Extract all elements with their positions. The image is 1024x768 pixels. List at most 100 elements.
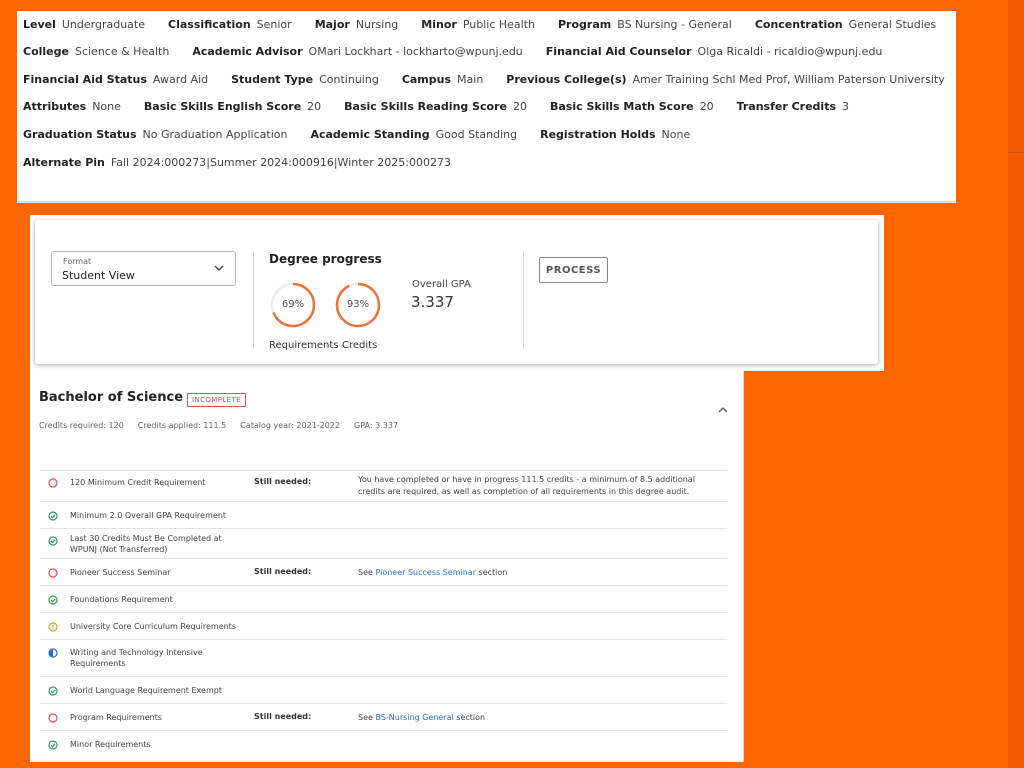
info-field-value: OMari Lockhart - lockharto@wpunj.edu xyxy=(308,44,523,58)
info-field-value: Continuing xyxy=(319,72,379,86)
requirements-progress-ring: 69% xyxy=(269,281,317,329)
info-field-label: Level xyxy=(23,17,56,31)
requirement-name: 120 Minimum Credit Requirement xyxy=(70,478,206,487)
credits-progress-ring: 93% xyxy=(334,281,382,329)
degree-panel: Bachelor of Science INCOMPLETE Credits r… xyxy=(30,371,744,762)
process-button[interactable]: PROCESS xyxy=(539,257,608,283)
info-field-label: Alternate Pin xyxy=(23,155,105,169)
still-needed-label: Still needed: xyxy=(254,567,312,576)
half-circle-icon xyxy=(48,648,58,658)
section-link[interactable]: BS-Nursing General xyxy=(375,713,453,722)
divider xyxy=(523,252,524,348)
requirement-name: Foundations Requirement xyxy=(70,595,173,604)
requirement-row[interactable]: World Language Requirement Exempt xyxy=(40,676,727,703)
info-field-value: No Graduation Application xyxy=(142,127,288,141)
info-field: Previous College(s) Amer Training Schl Me… xyxy=(506,73,944,86)
credits-applied: Credits applied: 111.5 xyxy=(137,421,227,430)
requirement-name: Minimum 2.0 Overall GPA Requirement xyxy=(70,511,226,520)
info-field-value: 20 xyxy=(513,99,527,113)
in-progress-icon xyxy=(48,622,58,632)
requirement-row[interactable]: Foundations Requirement xyxy=(40,585,727,612)
info-field: Campus Main xyxy=(402,73,483,86)
requirement-name: Last 30 Credits Must Be Completed at WPU… xyxy=(70,534,222,554)
info-field-value: General Studies xyxy=(848,17,937,31)
info-field-label: Basic Skills Math Score xyxy=(550,99,694,113)
requirement-row[interactable]: University Core Curriculum Requirements xyxy=(40,612,727,639)
info-field: Major Nursing xyxy=(315,18,399,31)
info-row: Graduation Status No Graduation Applicati… xyxy=(23,124,713,144)
still-needed-label: Still needed: xyxy=(254,712,312,721)
requirement-row[interactable]: Minor Requirements xyxy=(40,730,727,757)
desc-suffix: section xyxy=(476,568,508,577)
empty-circle-icon xyxy=(48,713,58,723)
desc-prefix: See xyxy=(358,713,376,722)
requirement-name: Minor Requirements xyxy=(70,740,151,749)
requirement-row[interactable]: Program Requirements Still needed: See BS-… xyxy=(40,703,727,730)
info-field-label: Previous College(s) xyxy=(506,72,627,86)
empty-circle-icon xyxy=(48,478,58,488)
info-field-value: Undergraduate xyxy=(61,17,145,31)
info-field-value: BS Nursing - General xyxy=(617,17,732,31)
requirements-percent: 69% xyxy=(281,299,305,310)
requirement-name: World Language Requirement Exempt xyxy=(70,686,222,695)
info-field-label: Academic Advisor xyxy=(192,44,303,58)
info-field: Basic Skills English Score 20 xyxy=(144,100,321,113)
requirement-name: Program Requirements xyxy=(70,713,162,722)
info-field: Minor Public Health xyxy=(421,18,535,31)
info-field-value: Main xyxy=(457,72,484,86)
info-field-value: Senior xyxy=(256,17,292,31)
info-field-value: Public Health xyxy=(462,17,535,31)
info-row: Level Undergraduate Classification Senior Ma… xyxy=(23,14,959,34)
info-field: Financial Aid Counselor Olga Ricaldi - ri… xyxy=(546,45,883,58)
info-row: Attributes None Basic Skills English Score… xyxy=(23,96,872,116)
info-field-value: Fall 2024:000273|Summer 2024:000916|Wint… xyxy=(110,155,451,169)
desc-prefix: See xyxy=(358,568,376,577)
overall-gpa-label: Overall GPA xyxy=(412,279,471,290)
requirement-row[interactable]: 120 Minimum Credit Requirement Still need… xyxy=(40,470,727,501)
student-info-panel: Level Undergraduate Classification Senior Ma… xyxy=(17,11,956,203)
still-needed-label: Still needed: xyxy=(254,477,312,486)
info-field: Financial Aid Status Award Aid xyxy=(23,73,208,86)
degree-title: Bachelor of Science xyxy=(39,390,184,405)
info-row: College Science & Health Academic Advisor O… xyxy=(23,41,905,61)
status-badge: INCOMPLETE xyxy=(187,393,246,407)
divider xyxy=(253,252,254,348)
section-link[interactable]: Pioneer Success Seminar xyxy=(375,568,476,577)
info-field-label: Transfer Credits xyxy=(736,99,837,113)
requirement-name: University Core Curriculum Requirements xyxy=(70,622,236,631)
requirement-row[interactable]: Minimum 2.0 Overall GPA Requirement xyxy=(40,501,727,528)
info-field: Registration Holds None xyxy=(540,128,690,141)
requirement-row[interactable]: Last 30 Credits Must Be Completed at WPU… xyxy=(40,528,727,558)
info-field-value: 20 xyxy=(307,99,322,113)
info-field: Program BS Nursing - General xyxy=(558,18,732,31)
requirement-row[interactable]: Writing and Technology Intensive Require… xyxy=(40,639,727,676)
info-field-label: Campus xyxy=(401,72,452,86)
info-field: Level Undergraduate xyxy=(23,18,145,31)
requirement-name: Pioneer Success Seminar xyxy=(70,568,171,577)
info-field: Attributes None xyxy=(23,100,121,113)
info-field-value: Nursing xyxy=(355,17,399,31)
requirement-name: Writing and Technology Intensive Require… xyxy=(70,648,203,668)
info-field-label: Concentration xyxy=(754,17,843,31)
info-field-value: Olga Ricaldi - ricaldio@wpunj.edu xyxy=(697,44,883,58)
info-field-value: Good Standing xyxy=(435,127,518,141)
info-field-value: Science & Health xyxy=(74,44,170,58)
info-field-label: Financial Aid Status xyxy=(23,72,147,86)
overall-gpa-value: 3.337 xyxy=(411,293,454,311)
check-circle-icon xyxy=(48,511,58,521)
edge-tick xyxy=(1008,152,1024,153)
format-select[interactable]: Format Student View xyxy=(51,251,236,286)
info-field: Graduation Status No Graduation Applicati… xyxy=(23,128,287,141)
info-field-label: Financial Aid Counselor xyxy=(545,44,692,58)
info-field-label: Major xyxy=(314,17,350,31)
check-circle-icon xyxy=(48,536,58,546)
info-field-value: 20 xyxy=(699,99,714,113)
info-field: Academic Advisor OMari Lockhart - lockhar… xyxy=(192,45,522,58)
catalog-year: Catalog year: 2021-2022 xyxy=(240,421,341,430)
info-field: Classification Senior xyxy=(168,18,292,31)
progress-card: Format Student View Degree progress 69% … xyxy=(30,215,884,371)
still-needed-description: See Pioneer Success Seminar section xyxy=(358,567,698,579)
requirement-row[interactable]: Pioneer Success Seminar Still needed: See … xyxy=(40,558,727,585)
chevron-up-icon[interactable] xyxy=(717,404,729,416)
right-edge-strip xyxy=(1008,0,1024,768)
